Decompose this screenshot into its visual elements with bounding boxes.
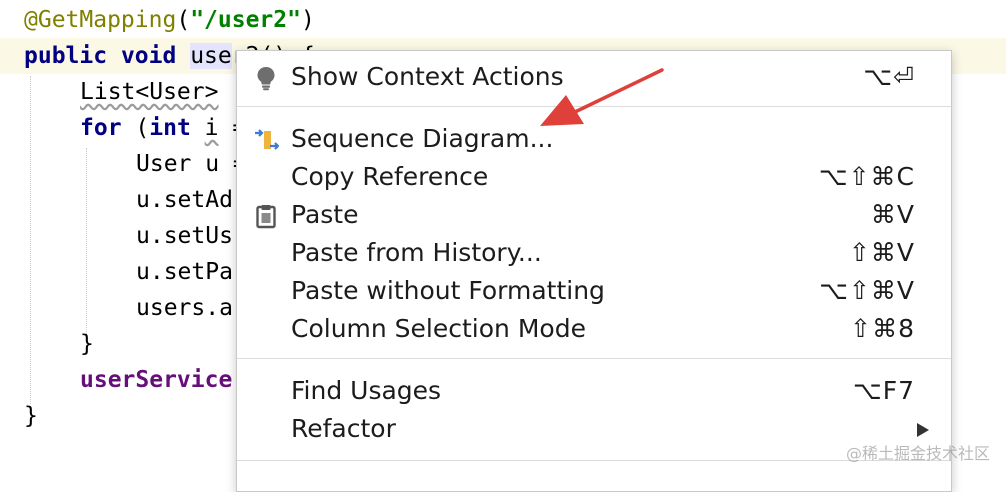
watermark: @稀土掘金技术社区 — [845, 444, 990, 463]
annotation-arrow — [540, 68, 664, 126]
annotation-arrow-shaft — [573, 68, 664, 114]
